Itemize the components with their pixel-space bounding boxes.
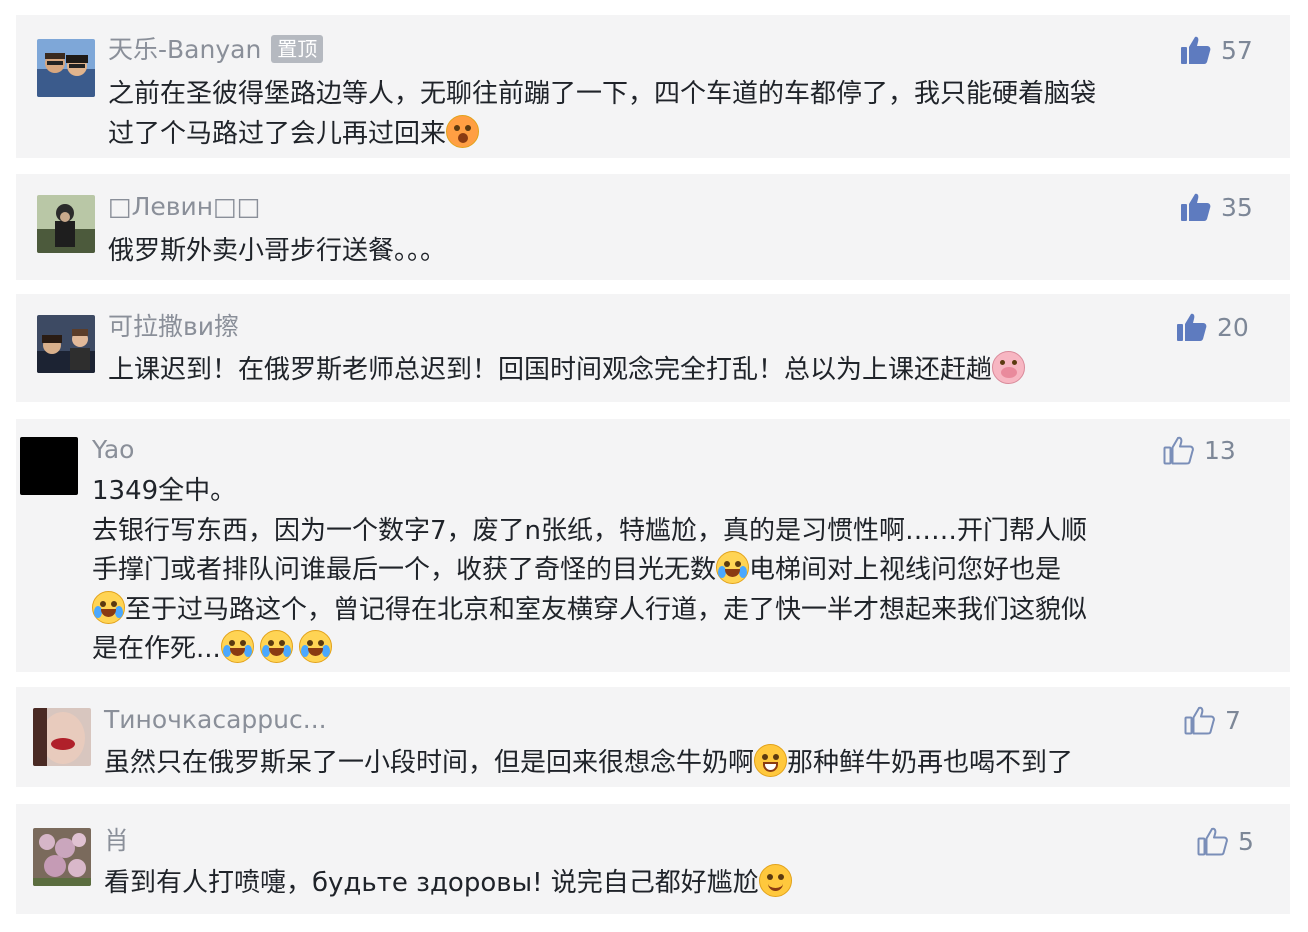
comment-line: 是在作死... [92, 630, 1087, 670]
comment-line: 上课迟到！在俄罗斯老师总迟到！回国时间观念完全打乱！总以为上课还赶趟 [108, 351, 1026, 391]
username[interactable]: □Левин□□ [108, 192, 260, 222]
crying-laughing-emoji-icon [298, 630, 332, 663]
like-button[interactable]: 5 [1197, 826, 1254, 856]
comment-line-text: 至于过马路这个，曾记得在北京和室友横穿人行道，走了快一半才想起来我们这貌似 [125, 594, 1088, 625]
username[interactable]: Тиночкасappuc... [104, 705, 327, 735]
comment-text: 虽然只在俄罗斯呆了一小段时间，但是回来很想念牛奶啊 那种鲜牛奶再也喝不到了 [104, 744, 1073, 784]
thumbs-up-outline-icon [1197, 827, 1228, 856]
avatar[interactable] [33, 708, 91, 766]
avatar[interactable] [37, 315, 95, 373]
pinned-badge: 置顶 [271, 35, 324, 63]
comment-line-text: 虽然只在俄罗斯呆了一小段时间，但是回来很想念牛奶啊 [104, 748, 755, 778]
like-button[interactable]: 20 [1176, 312, 1249, 342]
crying-laughing-emoji-icon [716, 551, 750, 584]
comment-line-text: 看到有人打喷嚏，будьте здоровы! 说完自己都好尴尬 [104, 868, 759, 898]
comment-line: 至于过马路这个，曾记得在北京和室友横穿人行道，走了快一半才想起来我们这貌似 [92, 590, 1088, 631]
username-text[interactable]: 天乐-Banyan [108, 35, 261, 64]
username[interactable]: 肖 [104, 826, 129, 856]
comment-text: 看到有人打喷嚏，будьте здоровы! 说完自己都好尴尬 [104, 864, 792, 904]
like-button[interactable]: 57 [1180, 35, 1253, 65]
like-count: 7 [1225, 705, 1241, 735]
comment-card: □Левин□□ 35 俄罗斯外卖小哥步行送餐。。。 [16, 174, 1290, 280]
thumbs-up-filled-icon [1181, 36, 1211, 64]
thumbs-up-filled-icon [1177, 313, 1207, 341]
comment-line: 手撑门或者排队问谁最后一个，收获了奇怪的目光无数 电梯间对上视线问您好也是 [92, 551, 1087, 591]
avatar[interactable] [37, 39, 95, 97]
like-count: 20 [1217, 312, 1249, 342]
avatar[interactable] [20, 437, 78, 495]
avatar[interactable] [37, 195, 95, 253]
grinning-face-emoji-icon [754, 744, 788, 777]
comment-text: 俄罗斯外卖小哥步行送餐。。。 [108, 232, 446, 272]
comment-card: 天乐-Banyan 置顶 57 之前在圣彼得堡路边等人，无聊往前蹦了一下，四个车道… [16, 15, 1290, 158]
comment-line: 去银行写东西，因为一个数字7，废了n张纸，特尴尬，真的是习惯性啊……开门帮人顺 [92, 515, 1088, 546]
username[interactable]: Yao [92, 435, 134, 465]
avatar[interactable] [33, 828, 91, 886]
comment-line-text: 那种鲜牛奶再也喝不到了 [787, 748, 1074, 778]
thumbs-up-outline-icon [1163, 436, 1194, 465]
comment-line-text: 过了个马路过了会儿再过回来 [108, 118, 447, 149]
comment-line: 过了个马路过了会儿再过回来 [108, 114, 1096, 155]
comment-line-text: 电梯间对上视线问您好也是 [749, 555, 1062, 585]
like-count: 13 [1204, 435, 1236, 465]
comment-text: 上课迟到！在俄罗斯老师总迟到！回国时间观念完全打乱！总以为上课还赶趟 [108, 351, 1026, 391]
comment-card: 肖 5 看到有人打喷嚏，будьте здоровы! 说完自己都好尴尬 [16, 804, 1290, 914]
thumbs-up-filled-icon [1181, 193, 1211, 221]
comment-card: Тиночкасappuc... 7 虽然只在俄罗斯呆了一小段时间，但是回来很想… [16, 687, 1290, 787]
comment-card: 可拉撒ви擦 20 上课迟到！在俄罗斯老师总迟到！回国时间观念完全打乱！总以为上… [16, 294, 1290, 402]
comment-line-text: 上课迟到！在俄罗斯老师总迟到！回国时间观念完全打乱！总以为上课还赶趟 [108, 355, 993, 385]
pig-face-emoji-icon [992, 351, 1026, 384]
comment-line: 虽然只在俄罗斯呆了一小段时间，但是回来很想念牛奶啊 那种鲜牛奶再也喝不到了 [104, 744, 1073, 784]
crying-laughing-emoji-icon [220, 630, 254, 663]
thumbs-up-outline-icon [1184, 706, 1215, 735]
crying-laughing-emoji-icon [92, 590, 125, 624]
like-count: 35 [1221, 192, 1253, 222]
comment-line-text: 手撑门或者排队问谁最后一个，收获了奇怪的目光无数 [92, 555, 717, 585]
username[interactable]: 可拉撒ви擦 [108, 312, 239, 342]
comment-text: 1349全中。 去银行写东西，因为一个数字7，废了n张纸，特尴尬，真的是习惯性啊… [92, 472, 1087, 670]
like-button[interactable]: 7 [1184, 705, 1241, 735]
comment-line: 1349全中。 [92, 476, 237, 506]
comment-card: Yao 13 1349全中。 去银行写东西，因为一个数字7，废了n张纸，特尴尬，… [16, 419, 1290, 672]
like-button[interactable]: 35 [1180, 192, 1253, 222]
like-count: 57 [1221, 35, 1253, 65]
comment-line: 俄罗斯外卖小哥步行送餐。。。 [108, 236, 447, 266]
shocked-face-emoji-icon [446, 114, 480, 148]
comment-text: 之前在圣彼得堡路边等人，无聊往前蹦了一下，四个车道的车都停了，我只能硬着脑袋 过… [108, 75, 1096, 154]
crying-laughing-emoji-icon [259, 630, 293, 663]
like-count: 5 [1238, 826, 1254, 856]
comment-line-text: 是在作死... [92, 634, 221, 664]
username[interactable]: 天乐-Banyan 置顶 [108, 35, 324, 65]
smiling-face-emoji-icon [758, 864, 792, 897]
comment-line: 看到有人打喷嚏，будьте здоровы! 说完自己都好尴尬 [104, 864, 792, 904]
comment-line: 之前在圣彼得堡路边等人，无聊往前蹦了一下，四个车道的车都停了，我只能硬着脑袋 [108, 79, 1097, 109]
like-button[interactable]: 13 [1163, 435, 1236, 465]
